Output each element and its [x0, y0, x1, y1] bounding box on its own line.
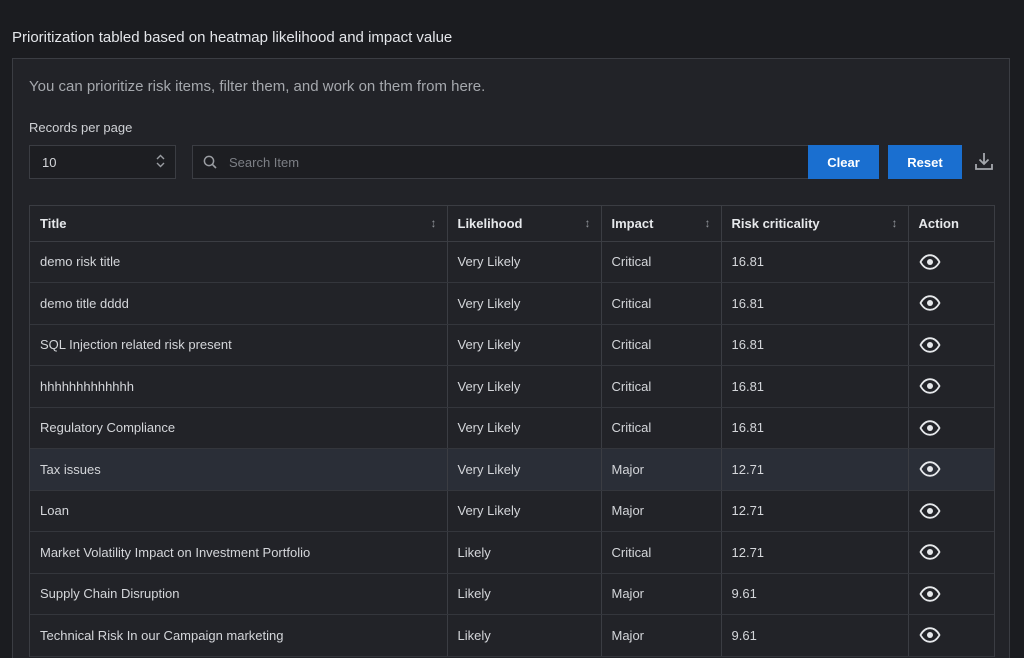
- cell-risk-criticality: 12.71: [721, 490, 909, 532]
- search-input[interactable]: [227, 153, 791, 171]
- cell-risk-criticality: 9.61: [721, 573, 909, 615]
- cell-action: [908, 365, 994, 408]
- cell-risk-criticality: 16.81: [721, 365, 909, 408]
- table-row: demo risk title Very Likely Critical 16.81: [30, 241, 994, 283]
- cell-title: Technical Risk In our Campaign marketing: [30, 614, 448, 657]
- table-row: SQL Injection related risk present Very L…: [30, 324, 994, 366]
- cell-risk-criticality: 16.81: [721, 324, 909, 366]
- table-row: demo title dddd Very Likely Critical 16.81: [30, 282, 994, 325]
- cell-action: [908, 282, 994, 325]
- records-per-page-value: 10: [42, 154, 57, 170]
- view-eye-icon[interactable]: [918, 254, 985, 270]
- page-title: Prioritization tabled based on heatmap l…: [12, 29, 453, 46]
- risk-table: Title ↕ Likelihood ↕ Impact ↕ Risk critical…: [29, 205, 995, 657]
- cell-title: demo risk title: [30, 241, 448, 283]
- table-row: hhhhhhhhhhhhh Very Likely Critical 16.81: [30, 365, 994, 408]
- sort-icon[interactable]: ↕: [585, 216, 591, 230]
- cell-likelihood: Very Likely: [447, 407, 602, 449]
- select-arrows-icon: [156, 154, 165, 171]
- table-row: Supply Chain Disruption Likely Major 9.61: [30, 573, 994, 615]
- view-eye-icon[interactable]: [918, 627, 985, 643]
- column-header-action: Action: [908, 206, 994, 242]
- cell-title: SQL Injection related risk present: [30, 324, 448, 366]
- cell-risk-criticality: 16.81: [721, 241, 909, 283]
- clear-button[interactable]: Clear: [808, 145, 879, 179]
- cell-likelihood: Likely: [447, 573, 602, 615]
- column-header-likelihood[interactable]: Likelihood ↕: [447, 206, 602, 242]
- records-per-page-select[interactable]: 10: [29, 145, 176, 179]
- cell-impact: Critical: [601, 531, 722, 574]
- cell-risk-criticality: 9.61: [721, 614, 909, 657]
- view-eye-icon[interactable]: [918, 461, 985, 477]
- table-row: Technical Risk In our Campaign marketing…: [30, 614, 994, 657]
- cell-impact: Critical: [601, 241, 722, 283]
- table-row: Market Volatility Impact on Investment P…: [30, 531, 994, 574]
- cell-action: [908, 490, 994, 532]
- cell-action: [908, 324, 994, 366]
- search-box: [192, 145, 809, 179]
- intro-text: You can prioritize risk items, filter th…: [29, 78, 486, 95]
- cell-title: Tax issues: [30, 448, 448, 491]
- cell-action: [908, 531, 994, 574]
- column-header-impact[interactable]: Impact ↕: [601, 206, 722, 242]
- cell-likelihood: Likely: [447, 531, 602, 574]
- cell-action: [908, 407, 994, 449]
- cell-action: [908, 614, 994, 657]
- table-header-row: Title ↕ Likelihood ↕ Impact ↕ Risk critical…: [30, 206, 994, 242]
- cell-likelihood: Very Likely: [447, 365, 602, 408]
- cell-impact: Major: [601, 614, 722, 657]
- view-eye-icon[interactable]: [918, 420, 985, 436]
- cell-likelihood: Very Likely: [447, 241, 602, 283]
- cell-title: demo title dddd: [30, 282, 448, 325]
- sort-icon[interactable]: ↕: [431, 216, 437, 230]
- column-header-risk-criticality[interactable]: Risk criticality ↕: [721, 206, 909, 242]
- cell-impact: Major: [601, 490, 722, 532]
- sort-icon[interactable]: ↕: [892, 216, 898, 230]
- risk-panel: You can prioritize risk items, filter th…: [12, 58, 1010, 658]
- cell-impact: Major: [601, 448, 722, 491]
- cell-risk-criticality: 16.81: [721, 282, 909, 325]
- cell-likelihood: Very Likely: [447, 490, 602, 532]
- search-icon: [203, 155, 217, 169]
- view-eye-icon[interactable]: [918, 378, 985, 394]
- cell-likelihood: Likely: [447, 614, 602, 657]
- cell-action: [908, 448, 994, 491]
- cell-title: Market Volatility Impact on Investment P…: [30, 531, 448, 574]
- column-header-title[interactable]: Title ↕: [30, 206, 448, 242]
- cell-impact: Critical: [601, 282, 722, 325]
- cell-action: [908, 573, 994, 615]
- cell-impact: Critical: [601, 324, 722, 366]
- cell-impact: Major: [601, 573, 722, 615]
- cell-likelihood: Very Likely: [447, 282, 602, 325]
- table-row: Regulatory Compliance Very Likely Critical…: [30, 407, 994, 449]
- cell-likelihood: Very Likely: [447, 448, 602, 491]
- view-eye-icon[interactable]: [918, 295, 985, 311]
- cell-title: Regulatory Compliance: [30, 407, 448, 449]
- view-eye-icon[interactable]: [918, 503, 985, 519]
- cell-risk-criticality: 12.71: [721, 531, 909, 574]
- cell-action: [908, 241, 994, 283]
- cell-title: Supply Chain Disruption: [30, 573, 448, 615]
- sort-icon[interactable]: ↕: [705, 216, 711, 230]
- table-row: Tax issues Very Likely Major 12.71: [30, 448, 994, 491]
- view-eye-icon[interactable]: [918, 337, 985, 353]
- cell-risk-criticality: 12.71: [721, 448, 909, 491]
- cell-title: hhhhhhhhhhhhh: [30, 365, 448, 408]
- cell-title: Loan: [30, 490, 448, 532]
- view-eye-icon[interactable]: [918, 544, 985, 560]
- reset-button[interactable]: Reset: [888, 145, 962, 179]
- cell-impact: Critical: [601, 407, 722, 449]
- cell-risk-criticality: 16.81: [721, 407, 909, 449]
- cell-likelihood: Very Likely: [447, 324, 602, 366]
- cell-impact: Critical: [601, 365, 722, 408]
- view-eye-icon[interactable]: [918, 586, 985, 602]
- table-row: Loan Very Likely Major 12.71: [30, 490, 994, 532]
- download-icon[interactable]: [973, 150, 995, 172]
- records-per-page-label: Records per page: [29, 120, 133, 135]
